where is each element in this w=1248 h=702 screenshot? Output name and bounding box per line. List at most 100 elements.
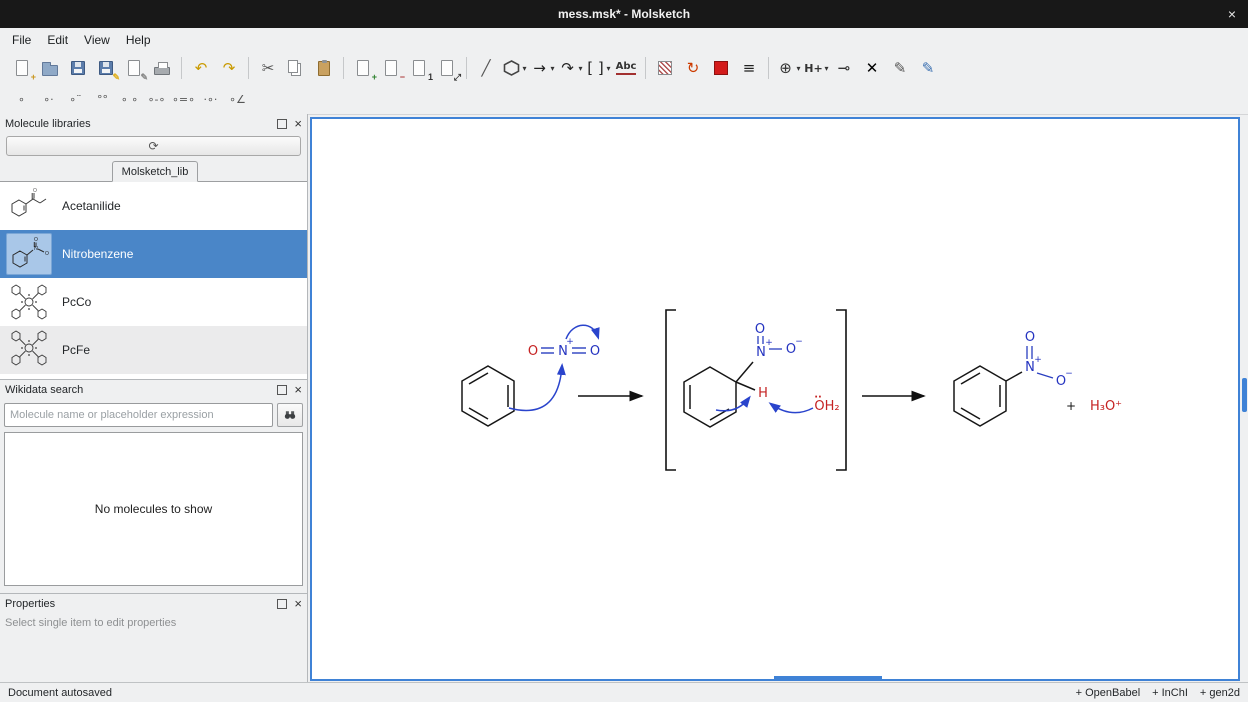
zoom-original-button[interactable]: 1 [405, 55, 433, 81]
refresh-icon: ⟳ [148, 140, 158, 152]
wikidata-search-input[interactable] [4, 403, 273, 427]
redo-button[interactable]: ↷ [215, 55, 243, 81]
double-bond-tool[interactable]: ∘=∘ [170, 87, 197, 111]
drawing-canvas[interactable]: O N + O O N [310, 117, 1240, 681]
reaction-arrow-tool[interactable]: →▾ [528, 55, 556, 81]
toolbar-separator [248, 57, 249, 79]
library-item-acetanilide[interactable]: O Acetanilide [0, 182, 307, 230]
wikidata-panel-title: Wikidata search [5, 384, 83, 396]
atom-label: O [528, 344, 538, 359]
dropdown-arrow-icon[interactable]: ▾ [522, 64, 526, 73]
hatch-tool[interactable] [651, 55, 679, 81]
mechanism-arrow[interactable] [716, 398, 749, 411]
plugin-openbabel[interactable]: + OpenBabel [1076, 687, 1141, 699]
benzene-reactant[interactable] [462, 366, 514, 426]
status-message: Document autosaved [8, 687, 112, 699]
properties-panel: Properties × Select single item to edit … [0, 594, 307, 682]
dropdown-arrow-icon[interactable]: ▾ [796, 64, 800, 73]
window-close-button[interactable]: × [1228, 0, 1236, 28]
close-properties-panel-icon[interactable]: × [294, 597, 302, 610]
new-document-button[interactable]: + [8, 55, 36, 81]
toolbar-separator [343, 57, 344, 79]
ring-tool[interactable]: ▾ [500, 55, 528, 81]
atom-toolbar: ∘∘·∘¨°°∘ ∘∘-∘∘=∘·∘·∘∠ [0, 84, 1248, 115]
right-bracket[interactable] [836, 310, 846, 470]
canvas-drawing[interactable]: O N + O O N [312, 119, 1238, 679]
rotate-tool[interactable]: ↻ [679, 55, 707, 81]
text-tool[interactable]: Abc [612, 55, 640, 81]
svg-text:O: O [45, 251, 49, 257]
library-item-nitrobenzene[interactable]: N O O Nitrobenzene [0, 230, 307, 278]
zoom-fit-button[interactable]: ⤢ [433, 55, 461, 81]
left-bracket[interactable] [666, 310, 676, 470]
hydrogen-tool[interactable]: H+▾ [802, 55, 830, 81]
bracket-tool[interactable]: [ ]▾ [584, 55, 612, 81]
line-width-tool[interactable]: ≡ [735, 55, 763, 81]
titlebar[interactable]: mess.msk* - Molsketch × [0, 0, 1248, 28]
float-wikidata-panel-icon[interactable] [277, 385, 287, 395]
export-icon: ✎ [124, 58, 144, 78]
hatch-icon [655, 58, 675, 78]
molecule-libraries-panel: Molecule libraries × ⟳ Molsketch_lib [0, 114, 307, 380]
dropdown-arrow-icon[interactable]: ▾ [550, 64, 554, 73]
double-bond-icon: ∘=∘ [174, 89, 194, 109]
refresh-libraries-button[interactable]: ⟳ [6, 136, 301, 156]
horizontal-scrollbar-thumb[interactable] [774, 676, 882, 679]
charge-dots-tool[interactable]: °° [89, 87, 116, 111]
close-wikidata-panel-icon[interactable]: × [294, 383, 302, 396]
save-document-button[interactable] [64, 55, 92, 81]
radical-electron-tool[interactable]: ∘· [35, 87, 62, 111]
tab-molsketch-lib[interactable]: Molsketch_lib [112, 161, 198, 182]
zoom-in-button[interactable]: + [349, 55, 377, 81]
paste-button[interactable] [310, 55, 338, 81]
draw-tool[interactable]: ╱ [472, 55, 500, 81]
curved-arrow-icon: ↷ [557, 58, 577, 78]
undo-button[interactable]: ↶ [187, 55, 215, 81]
nitrobenzene-product[interactable]: O N + O − [954, 330, 1073, 426]
copy-button[interactable] [282, 55, 310, 81]
menu-help[interactable]: Help [118, 31, 159, 49]
dropdown-arrow-icon[interactable]: ▾ [824, 64, 828, 73]
bond-atoms-tool[interactable]: ∘-∘ [143, 87, 170, 111]
dropdown-arrow-icon[interactable]: ▾ [578, 64, 582, 73]
float-libraries-panel-icon[interactable] [277, 119, 287, 129]
bond-angle-tool[interactable]: ∘∠ [224, 87, 251, 111]
mechanism-arrow[interactable] [509, 366, 562, 410]
bond-pen-tool[interactable]: ✎ [914, 55, 942, 81]
plugin-inchi[interactable]: + InChI [1152, 687, 1188, 699]
redo-icon: ↷ [219, 58, 239, 78]
color-swatch[interactable] [707, 55, 735, 81]
library-item-pcfe[interactable]: PcFe [0, 326, 307, 374]
save-as-icon: ✎ [96, 58, 116, 78]
zoom-out-button[interactable]: − [377, 55, 405, 81]
atom-tool[interactable]: ∘ [8, 87, 35, 111]
undo-icon: ↶ [191, 58, 211, 78]
menu-edit[interactable]: Edit [39, 31, 76, 49]
delete-tool[interactable]: ✕ [858, 55, 886, 81]
open-document-button[interactable] [36, 55, 64, 81]
menu-view[interactable]: View [76, 31, 118, 49]
plugin-gen2d[interactable]: + gen2d [1200, 687, 1240, 699]
wikidata-search-button[interactable] [277, 403, 303, 427]
hydrogen-count-tool[interactable]: ·∘· [197, 87, 224, 111]
electron-pen-tool[interactable]: ✎ [886, 55, 914, 81]
float-properties-panel-icon[interactable] [277, 599, 287, 609]
atom-pair-tool[interactable]: ∘ ∘ [116, 87, 143, 111]
mechanism-arrow[interactable] [771, 404, 813, 413]
cut-button[interactable]: ✂ [254, 55, 282, 81]
charge-tool[interactable]: ⊕▾ [774, 55, 802, 81]
dropdown-arrow-icon[interactable]: ▾ [606, 64, 610, 73]
arenium-intermediate[interactable]: O N + O − H ·· OH₂ [684, 322, 840, 427]
library-item-pcco[interactable]: PcCo [0, 278, 307, 326]
save-as-button[interactable]: ✎ [92, 55, 120, 81]
align-tool[interactable]: ⊸ [830, 55, 858, 81]
lone-pair-tool[interactable]: ∘¨ [62, 87, 89, 111]
vertical-scrollbar-thumb[interactable] [1242, 378, 1247, 412]
export-button[interactable]: ✎ [120, 55, 148, 81]
menu-file[interactable]: File [4, 31, 39, 49]
nitronium-ion[interactable]: O N + O [528, 337, 600, 359]
reaction-arrow-icon: → [529, 58, 549, 78]
close-libraries-panel-icon[interactable]: × [294, 117, 302, 130]
curved-arrow-tool[interactable]: ↷▾ [556, 55, 584, 81]
print-button[interactable] [148, 55, 176, 81]
